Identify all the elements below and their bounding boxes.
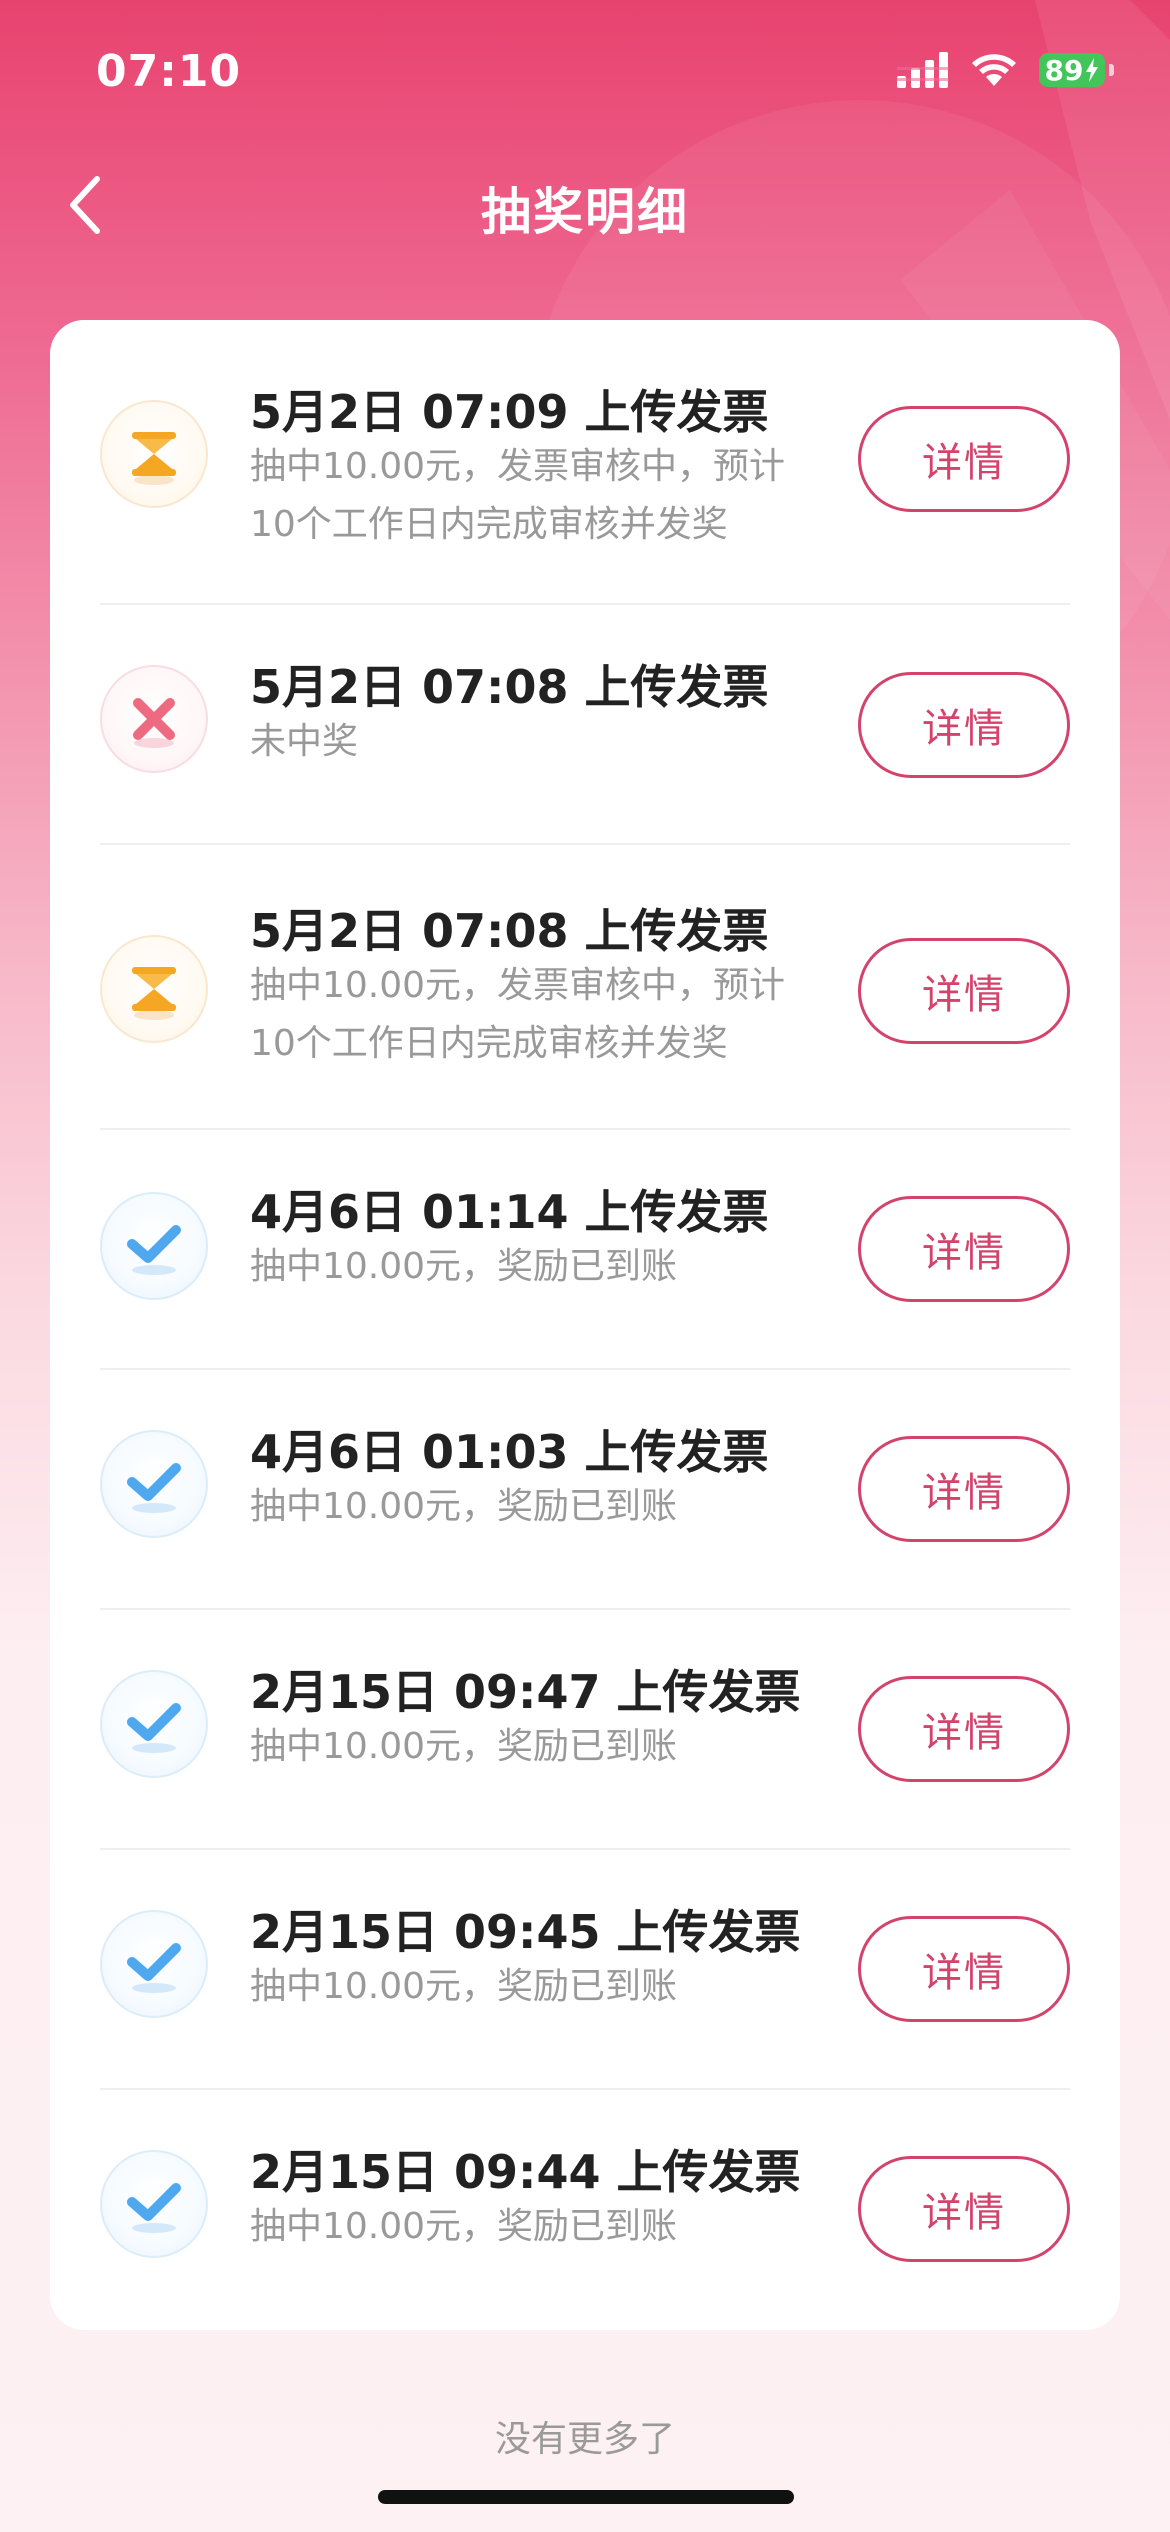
battery-charging-icon: 89: [1039, 53, 1105, 87]
record-item: 5月2日 07:08 上传发票 抽中10.00元，发票审核中，预计10个工作日内…: [100, 845, 1070, 1130]
record-item: 4月6日 01:03 上传发票 抽中10.00元，奖励已到账 详情: [100, 1370, 1070, 1610]
hourglass-icon: [100, 935, 208, 1043]
record-list-card: 5月2日 07:09 上传发票 抽中10.00元，发票审核中，预计10个工作日内…: [50, 320, 1120, 2330]
page-title: 抽奖明细: [481, 183, 689, 241]
screen: { "status_bar": { "time": "07:10", "batt…: [0, 0, 1170, 2532]
cellular-signal-icon: [897, 52, 949, 88]
checkmark-icon: [100, 1430, 208, 1538]
record-item: 4月6日 01:14 上传发票 抽中10.00元，奖励已到账 详情: [100, 1130, 1070, 1370]
record-title: 4月6日 01:14 上传发票: [250, 1185, 769, 1239]
status-icons: 89: [897, 52, 1114, 88]
detail-button[interactable]: 详情: [858, 1676, 1070, 1782]
detail-button[interactable]: 详情: [858, 1436, 1070, 1542]
record-item: 2月15日 09:44 上传发票 抽中10.00元，奖励已到账 详情: [100, 2090, 1070, 2330]
home-indicator: [378, 2490, 794, 2504]
battery-cap: [1109, 64, 1114, 76]
cross-icon: [100, 665, 208, 773]
record-desc: 未中奖: [250, 721, 359, 762]
record-title: 5月2日 07:08 上传发票: [250, 904, 769, 958]
detail-button[interactable]: 详情: [858, 672, 1070, 778]
record-desc: 抽中10.00元，发票审核中，预计10个工作日内完成审核并发奖: [250, 446, 786, 545]
record-title: 2月15日 09:44 上传发票: [250, 2145, 801, 2199]
record-item: 2月15日 09:45 上传发票 抽中10.00元，奖励已到账 详情: [100, 1850, 1070, 2090]
detail-button[interactable]: 详情: [858, 938, 1070, 1044]
no-more-text: 没有更多了: [494, 2419, 675, 2460]
status-time: 07:10: [96, 46, 242, 97]
checkmark-icon: [100, 1910, 208, 2018]
detail-button[interactable]: 详情: [858, 1196, 1070, 1302]
record-item: 2月15日 09:47 上传发票 抽中10.00元，奖励已到账 详情: [100, 1610, 1070, 1850]
record-title: 2月15日 09:47 上传发票: [250, 1665, 801, 1719]
record-desc: 抽中10.00元，奖励已到账: [250, 1726, 678, 1767]
record-desc: 抽中10.00元，奖励已到账: [250, 1486, 678, 1527]
record-title: 4月6日 01:03 上传发票: [250, 1425, 769, 1479]
detail-button[interactable]: 详情: [858, 2156, 1070, 2262]
record-title: 5月2日 07:09 上传发票: [250, 385, 769, 439]
detail-button[interactable]: 详情: [858, 406, 1070, 512]
status-bar: 07:10 89: [0, 0, 1170, 150]
charging-bolt-icon: [1086, 58, 1099, 82]
record-title: 5月2日 07:08 上传发票: [250, 660, 769, 714]
record-title: 2月15日 09:45 上传发票: [250, 1905, 801, 1959]
wifi-icon: [972, 54, 1016, 86]
nav-bar: 抽奖明细: [0, 160, 1170, 250]
checkmark-icon: [100, 1670, 208, 1778]
checkmark-icon: [100, 2150, 208, 2258]
record-item: 5月2日 07:08 上传发票 未中奖 详情: [100, 605, 1070, 845]
record-desc: 抽中10.00元，奖励已到账: [250, 1966, 678, 2007]
hourglass-icon: [100, 400, 208, 508]
battery-level: 89: [1044, 53, 1084, 87]
record-desc: 抽中10.00元，奖励已到账: [250, 1246, 678, 1287]
detail-button[interactable]: 详情: [858, 1916, 1070, 2022]
record-desc: 抽中10.00元，奖励已到账: [250, 2206, 678, 2247]
checkmark-icon: [100, 1192, 208, 1300]
record-item: 5月2日 07:09 上传发票 抽中10.00元，发票审核中，预计10个工作日内…: [100, 320, 1070, 605]
record-desc: 抽中10.00元，发票审核中，预计10个工作日内完成审核并发奖: [250, 965, 786, 1064]
